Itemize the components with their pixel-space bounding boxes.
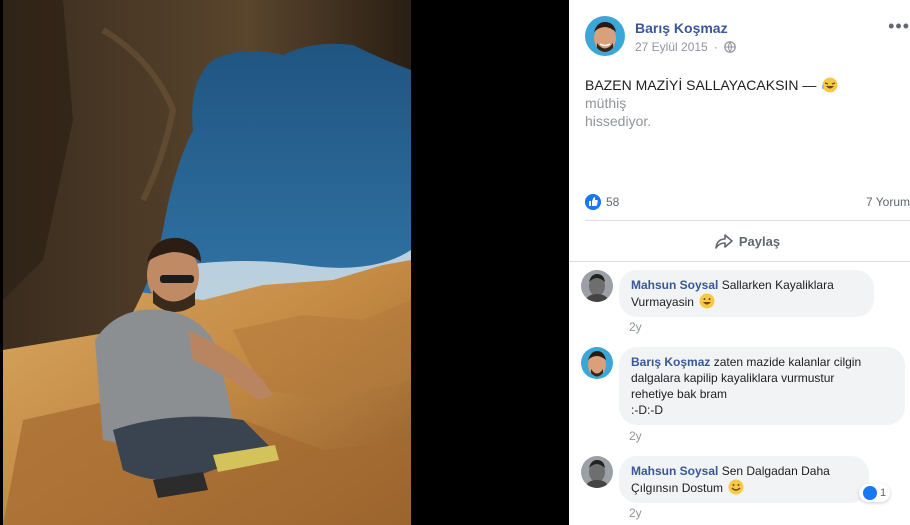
smile-emoji-icon bbox=[728, 479, 744, 495]
photo-illustration bbox=[3, 0, 411, 525]
author-avatar[interactable] bbox=[585, 16, 625, 56]
share-icon bbox=[715, 234, 733, 249]
comment-text: :-D:-D bbox=[631, 403, 663, 417]
author-name[interactable]: Barış Koşmaz bbox=[635, 20, 728, 36]
reactions-bar: 58 7 Yorum bbox=[585, 193, 910, 213]
like-icon[interactable] bbox=[585, 194, 601, 210]
more-options-button[interactable]: ••• bbox=[888, 16, 910, 37]
post-text: BAZEN MAZİYİ SALLAYACAKSIN — müthiş hiss… bbox=[585, 76, 885, 130]
feeling-text-line2: hissediyor. bbox=[585, 113, 652, 129]
share-button[interactable]: Paylaş bbox=[585, 226, 910, 256]
comment-text: Çılgınsın Dostum bbox=[631, 481, 724, 495]
commenter-avatar[interactable] bbox=[581, 347, 613, 379]
commenter-avatar[interactable] bbox=[581, 456, 613, 488]
separator-dot: · bbox=[713, 40, 718, 54]
share-label: Paylaş bbox=[738, 233, 781, 249]
comment-like-badge[interactable]: 1 bbox=[859, 484, 891, 502]
comment-bubble: Mahsun Soysal Sallarken Kayaliklara Vurm… bbox=[619, 270, 874, 317]
comment-bubble: Barış Koşmaz zaten mazide kalanlar cilgi… bbox=[619, 347, 905, 425]
comment-text: Vurmayasin bbox=[631, 295, 694, 309]
commenter-name[interactable]: Barış Koşmaz bbox=[631, 355, 710, 369]
laughing-emoji-icon bbox=[822, 77, 838, 93]
commenter-avatar[interactable] bbox=[581, 270, 613, 302]
post-header: Barış Koşmaz 27 Eylül 2015 · ••• bbox=[585, 16, 910, 60]
post-meta: 27 Eylül 2015 · bbox=[635, 40, 736, 54]
comment-bubble: Mahsun Soysal Sen Dalgadan Daha Çılgınsı… bbox=[619, 456, 869, 503]
comment-time[interactable]: 2y bbox=[629, 320, 642, 334]
post-photo[interactable] bbox=[3, 0, 411, 525]
post-side-panel: Barış Koşmaz 27 Eylül 2015 · ••• BAZEN M… bbox=[569, 0, 910, 525]
smile-emoji-icon bbox=[699, 293, 715, 309]
feeling-text-line1: müthiş bbox=[585, 95, 627, 111]
divider bbox=[585, 220, 910, 221]
post-date[interactable]: 27 Eylül 2015 bbox=[635, 40, 708, 54]
post-message: BAZEN MAZİYİ SALLAYACAKSIN — bbox=[585, 77, 817, 93]
comment-text: Sallarken Kayaliklara bbox=[721, 278, 834, 292]
commenter-name[interactable]: Mahsun Soysal bbox=[631, 464, 718, 478]
like-count[interactable]: 58 bbox=[606, 195, 619, 209]
comment-text: zaten mazide kalanlar cilgin bbox=[713, 355, 862, 369]
comment-like-count: 1 bbox=[880, 487, 887, 499]
comment-time[interactable]: 2y bbox=[629, 506, 642, 520]
globe-icon[interactable] bbox=[723, 41, 736, 53]
comment-text: rehetiye bak bram bbox=[631, 387, 728, 401]
comment-text: dalgalara kapilip kayaliklara vurmustur bbox=[631, 371, 835, 385]
like-icon bbox=[863, 486, 877, 500]
photo-viewer bbox=[0, 0, 569, 525]
comment-count[interactable]: 7 Yorum bbox=[866, 195, 910, 209]
commenter-name[interactable]: Mahsun Soysal bbox=[631, 278, 718, 292]
comment-time[interactable]: 2y bbox=[629, 429, 642, 443]
comment-text: Sen Dalgadan Daha bbox=[721, 464, 830, 478]
